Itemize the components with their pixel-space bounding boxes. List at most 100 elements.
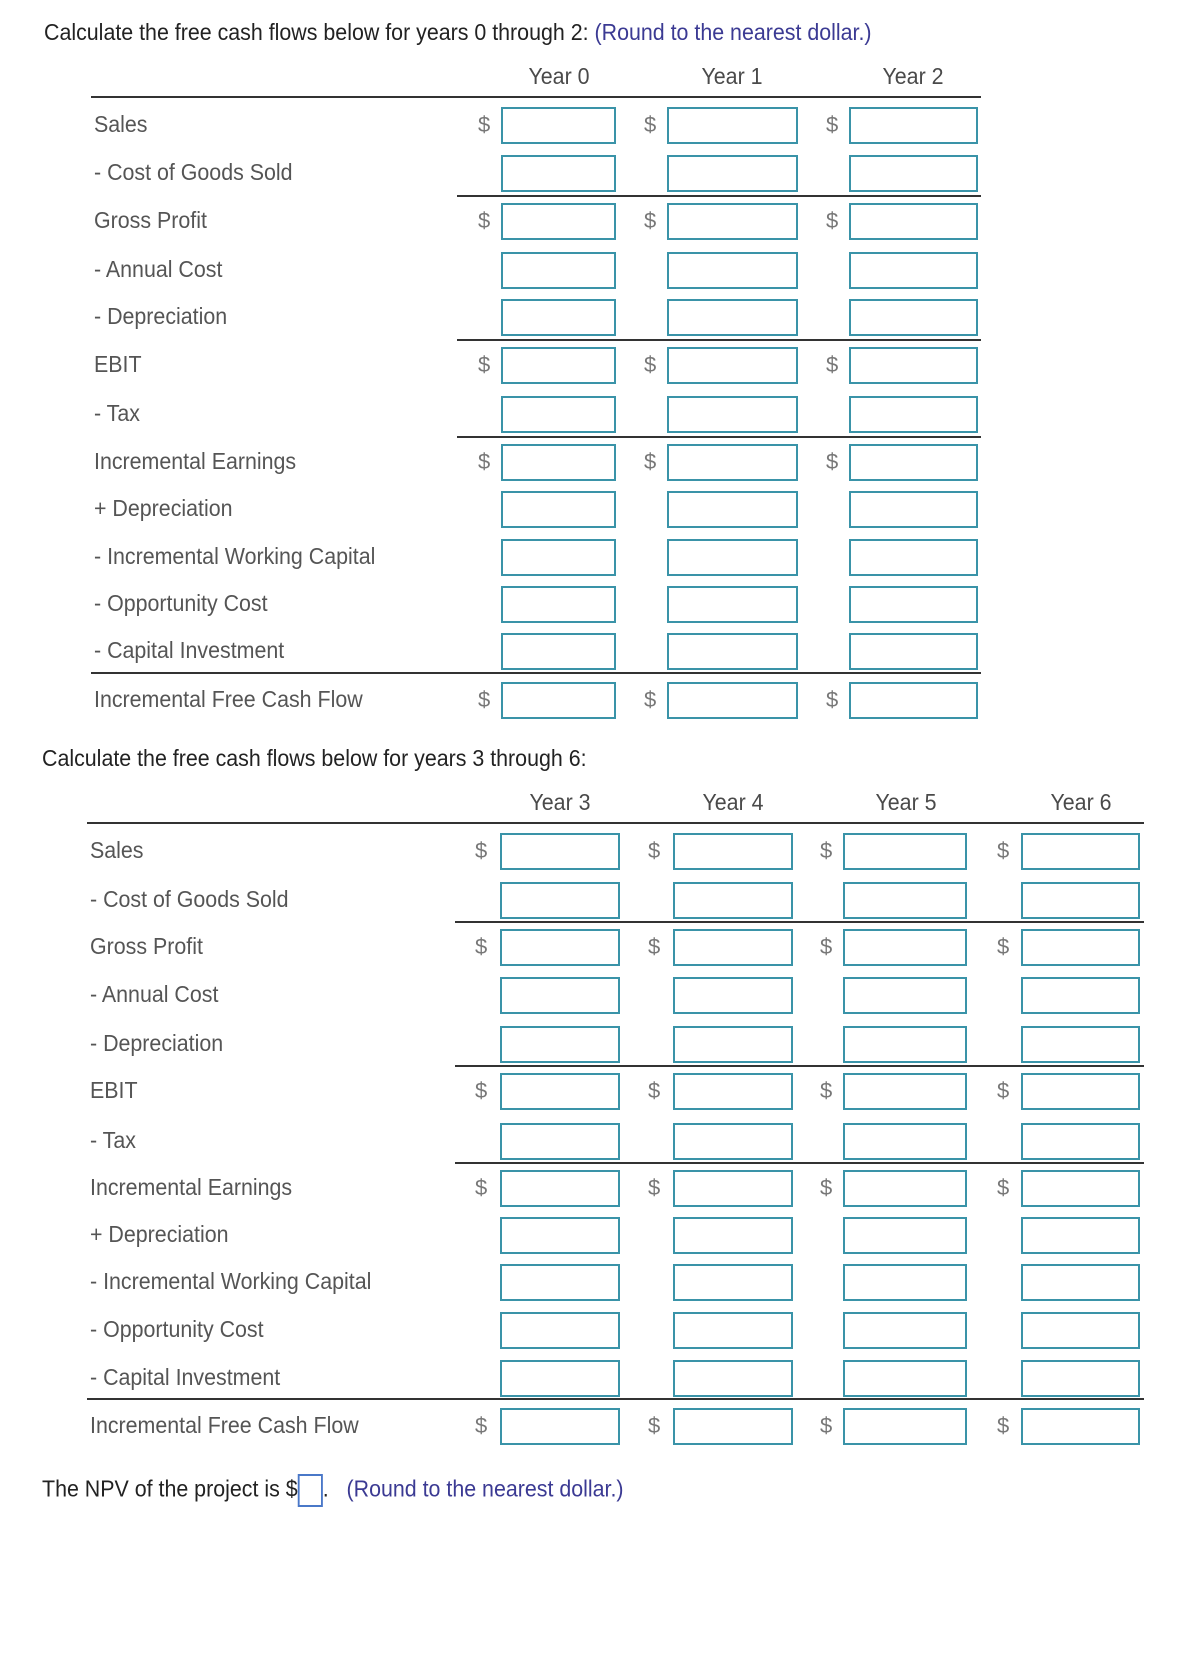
cell-input-box[interactable] bbox=[501, 682, 616, 719]
cell-input[interactable] bbox=[502, 1219, 618, 1252]
cell-input[interactable] bbox=[1023, 1410, 1138, 1443]
cell-input[interactable] bbox=[1023, 1075, 1138, 1108]
cell-input-box[interactable] bbox=[500, 1073, 620, 1110]
cell-input[interactable] bbox=[502, 931, 618, 964]
cell-input-box[interactable] bbox=[500, 1217, 620, 1254]
cell-input-box[interactable] bbox=[667, 252, 798, 289]
cell-input[interactable] bbox=[845, 1172, 965, 1205]
cell-input-box[interactable] bbox=[1021, 1264, 1140, 1301]
cell-input-box[interactable] bbox=[667, 633, 798, 670]
cell-input[interactable] bbox=[845, 1362, 965, 1395]
cell-input[interactable] bbox=[503, 301, 614, 334]
cell-input[interactable] bbox=[503, 541, 614, 574]
cell-input-box[interactable] bbox=[667, 396, 798, 433]
cell-input[interactable] bbox=[669, 446, 796, 479]
cell-input-box[interactable] bbox=[501, 633, 616, 670]
cell-input[interactable] bbox=[1023, 835, 1138, 868]
cell-input[interactable] bbox=[669, 541, 796, 574]
cell-input[interactable] bbox=[851, 493, 976, 526]
cell-input[interactable] bbox=[1023, 931, 1138, 964]
cell-input[interactable] bbox=[675, 1410, 791, 1443]
cell-input[interactable] bbox=[503, 254, 614, 287]
cell-input-box[interactable] bbox=[673, 1123, 793, 1160]
cell-input-box[interactable] bbox=[849, 299, 978, 336]
cell-input[interactable] bbox=[669, 205, 796, 238]
cell-input-box[interactable] bbox=[843, 882, 967, 919]
cell-input[interactable] bbox=[1023, 884, 1138, 917]
cell-input-box[interactable] bbox=[1021, 1026, 1140, 1063]
cell-input-box[interactable] bbox=[849, 347, 978, 384]
cell-input-box[interactable] bbox=[667, 299, 798, 336]
cell-input[interactable] bbox=[1023, 1362, 1138, 1395]
cell-input[interactable] bbox=[1023, 1172, 1138, 1205]
cell-input-box[interactable] bbox=[501, 491, 616, 528]
cell-input[interactable] bbox=[845, 979, 965, 1012]
cell-input[interactable] bbox=[502, 1172, 618, 1205]
cell-input-box[interactable] bbox=[500, 1408, 620, 1445]
cell-input[interactable] bbox=[669, 398, 796, 431]
cell-input-box[interactable] bbox=[1021, 1170, 1140, 1207]
cell-input[interactable] bbox=[851, 398, 976, 431]
cell-input[interactable] bbox=[845, 835, 965, 868]
cell-input[interactable] bbox=[675, 979, 791, 1012]
cell-input-box[interactable] bbox=[673, 1264, 793, 1301]
cell-input-box[interactable] bbox=[673, 1312, 793, 1349]
cell-input[interactable] bbox=[502, 835, 618, 868]
cell-input[interactable] bbox=[675, 1075, 791, 1108]
cell-input-box[interactable] bbox=[843, 1073, 967, 1110]
cell-input[interactable] bbox=[851, 254, 976, 287]
cell-input[interactable] bbox=[845, 1125, 965, 1158]
cell-input-box[interactable] bbox=[849, 444, 978, 481]
cell-input[interactable] bbox=[675, 1219, 791, 1252]
cell-input-box[interactable] bbox=[673, 882, 793, 919]
cell-input[interactable] bbox=[669, 254, 796, 287]
cell-input-box[interactable] bbox=[849, 682, 978, 719]
cell-input[interactable] bbox=[669, 635, 796, 668]
cell-input[interactable] bbox=[845, 1266, 965, 1299]
cell-input-box[interactable] bbox=[500, 1312, 620, 1349]
cell-input-box[interactable] bbox=[843, 1312, 967, 1349]
cell-input[interactable] bbox=[675, 1314, 791, 1347]
cell-input[interactable] bbox=[1023, 1028, 1138, 1061]
cell-input[interactable] bbox=[675, 835, 791, 868]
cell-input-box[interactable] bbox=[501, 396, 616, 433]
cell-input-box[interactable] bbox=[849, 633, 978, 670]
cell-input-box[interactable] bbox=[849, 586, 978, 623]
cell-input[interactable] bbox=[503, 205, 614, 238]
cell-input-box[interactable] bbox=[849, 539, 978, 576]
cell-input[interactable] bbox=[851, 588, 976, 621]
cell-input-box[interactable] bbox=[667, 107, 798, 144]
cell-input-box[interactable] bbox=[1021, 929, 1140, 966]
cell-input-box[interactable] bbox=[673, 1026, 793, 1063]
cell-input[interactable] bbox=[845, 1410, 965, 1443]
cell-input[interactable] bbox=[675, 884, 791, 917]
cell-input[interactable] bbox=[669, 493, 796, 526]
cell-input[interactable] bbox=[851, 301, 976, 334]
cell-input[interactable] bbox=[1023, 1125, 1138, 1158]
cell-input-box[interactable] bbox=[843, 1360, 967, 1397]
cell-input-box[interactable] bbox=[501, 586, 616, 623]
cell-input-box[interactable] bbox=[501, 539, 616, 576]
cell-input-box[interactable] bbox=[667, 682, 798, 719]
cell-input-box[interactable] bbox=[1021, 1073, 1140, 1110]
cell-input-box[interactable] bbox=[1021, 1123, 1140, 1160]
cell-input-box[interactable] bbox=[667, 444, 798, 481]
cell-input-box[interactable] bbox=[667, 203, 798, 240]
cell-input[interactable] bbox=[503, 446, 614, 479]
cell-input-box[interactable] bbox=[1021, 1217, 1140, 1254]
cell-input-box[interactable] bbox=[673, 1073, 793, 1110]
cell-input-box[interactable] bbox=[843, 1026, 967, 1063]
cell-input-box[interactable] bbox=[1021, 1312, 1140, 1349]
cell-input-box[interactable] bbox=[500, 929, 620, 966]
cell-input[interactable] bbox=[1023, 1266, 1138, 1299]
cell-input[interactable] bbox=[503, 588, 614, 621]
cell-input-box[interactable] bbox=[843, 833, 967, 870]
cell-input-box[interactable] bbox=[673, 977, 793, 1014]
cell-input[interactable] bbox=[502, 1125, 618, 1158]
cell-input-box[interactable] bbox=[1021, 882, 1140, 919]
cell-input[interactable] bbox=[845, 1028, 965, 1061]
cell-input[interactable] bbox=[503, 493, 614, 526]
cell-input[interactable] bbox=[851, 109, 976, 142]
cell-input[interactable] bbox=[851, 635, 976, 668]
cell-input-box[interactable] bbox=[501, 347, 616, 384]
